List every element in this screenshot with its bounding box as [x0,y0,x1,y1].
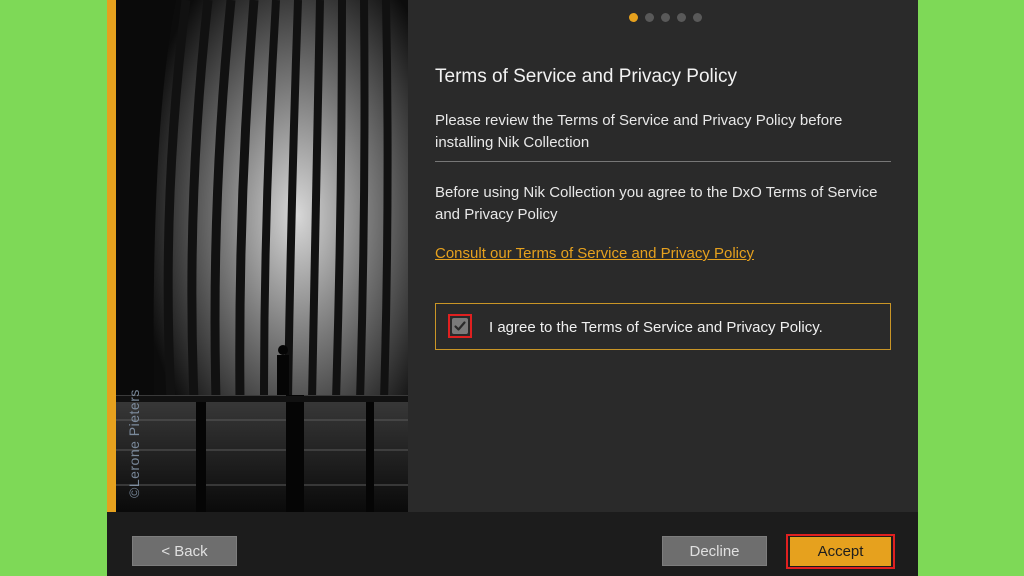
step-dot-4 [677,13,686,22]
step-dot-2 [645,13,654,22]
step-dot-5 [693,13,702,22]
agreement-text: Before using Nik Collection you agree to… [435,184,878,223]
checkmark-icon [454,321,466,331]
accept-button[interactable]: Accept [790,537,891,566]
page-title: Terms of Service and Privacy Policy [435,66,737,87]
divider [435,161,891,162]
agree-checkbox-label[interactable]: I agree to the Terms of Service and Priv… [489,319,823,336]
terms-panel: Terms of Service and Privacy Policy Plea… [408,0,918,512]
step-dot-3 [661,13,670,22]
decline-button[interactable]: Decline [662,536,767,566]
agree-checkbox[interactable] [452,318,468,334]
consult-terms-link[interactable]: Consult our Terms of Service and Privacy… [435,245,754,262]
installer-window: ©Lerone Pieters Terms of Service and Pri… [107,0,918,576]
accent-bar [107,0,116,512]
accept-button-highlight: Accept [786,534,895,569]
step-dot-1 [629,13,638,22]
back-button[interactable]: < Back [132,536,237,566]
photo-credit: ©Lerone Pieters [126,389,142,498]
agree-checkbox-row[interactable]: I agree to the Terms of Service and Priv… [435,303,891,350]
intro-text: Please review the Terms of Service and P… [435,112,843,151]
footer-bar: < Back Decline Accept [107,512,918,576]
side-photo: ©Lerone Pieters [116,0,408,512]
checkbox-highlight [448,314,472,338]
step-indicator [629,13,702,22]
